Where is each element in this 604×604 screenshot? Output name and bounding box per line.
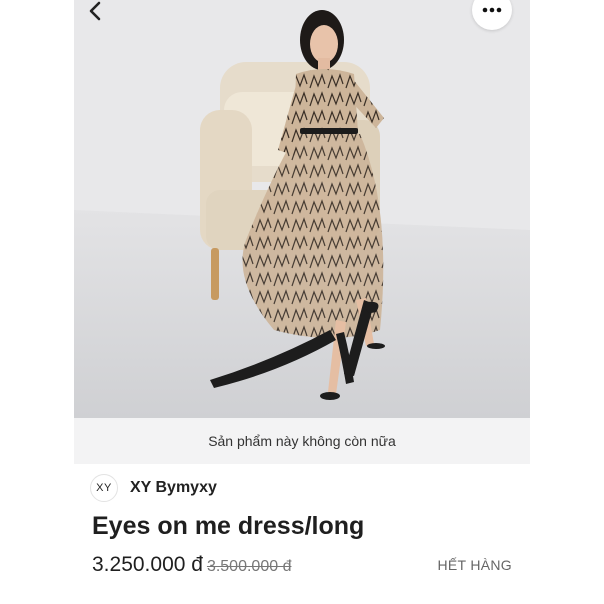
product-screen: Sản phẩm này không còn nữa XY XY Bymyxy …: [74, 0, 530, 604]
unavailable-notice: Sản phẩm này không còn nữa: [74, 418, 530, 464]
product-image[interactable]: [74, 0, 530, 418]
shop-link[interactable]: XY XY Bymyxy: [90, 474, 217, 502]
chevron-left-icon: [89, 1, 101, 21]
unavailable-notice-text: Sản phẩm này không còn nữa: [208, 433, 396, 449]
stock-status-label: HẾT HÀNG: [437, 557, 512, 573]
shop-name: XY Bymyxy: [130, 479, 217, 496]
product-photo-illustration: [74, 0, 530, 418]
original-price: 3.500.000 đ: [206, 558, 292, 575]
price-row: 3.250.000 đ 3.500.000 đ: [92, 553, 291, 581]
back-button[interactable]: [80, 0, 110, 24]
shop-logo-text: XY: [96, 482, 112, 494]
product-title: Eyes on me dress/long: [92, 512, 365, 540]
current-price: 3.250.000 đ: [92, 553, 203, 576]
shop-avatar: XY: [90, 474, 118, 502]
more-horizontal-icon: [482, 7, 502, 13]
